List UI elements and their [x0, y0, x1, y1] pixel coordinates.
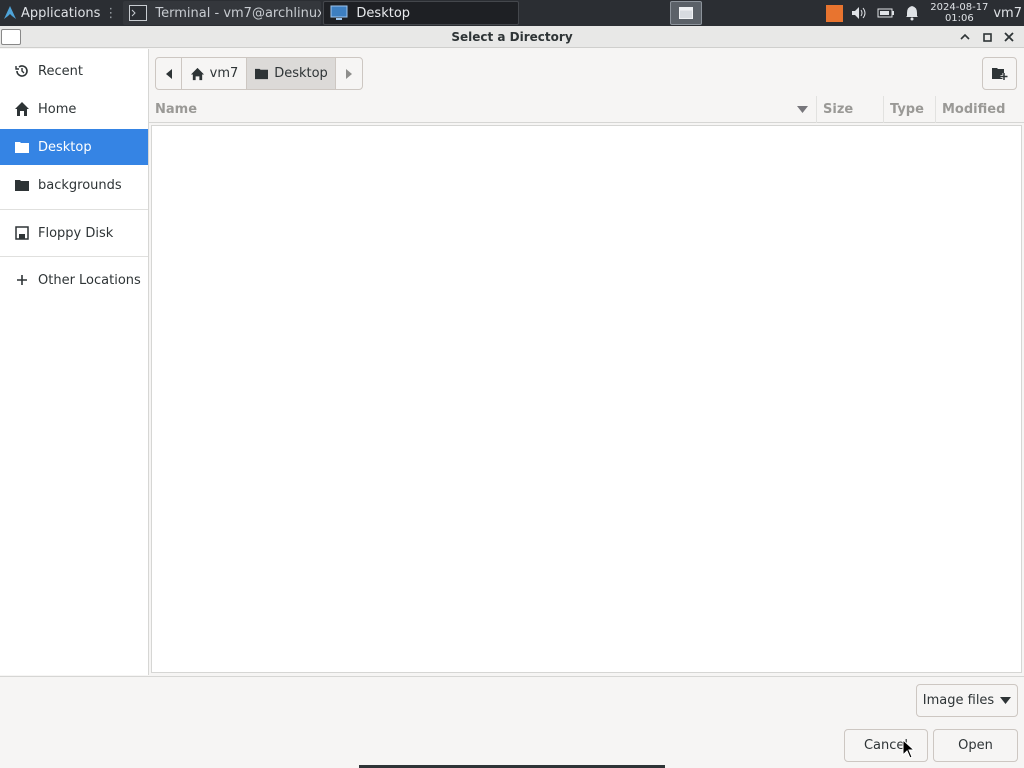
taskbar: Applications ⋮ Terminal - vm7@archlinux:… [0, 0, 1024, 26]
sidebar-item-label: Recent [38, 63, 83, 79]
path-bar: vm7 Desktop [155, 57, 363, 90]
battery-icon[interactable] [877, 4, 895, 22]
update-notifier-icon[interactable] [826, 4, 844, 22]
chevron-up-icon [960, 33, 970, 40]
home-icon [190, 67, 205, 81]
window-menu-icon[interactable] [1, 29, 21, 45]
sort-descending-icon [797, 105, 808, 113]
clock[interactable]: 2024-08-17 01:06 [929, 2, 989, 24]
notifications-bell-icon[interactable] [903, 4, 921, 22]
taskbar-item-terminal[interactable]: Terminal - vm7@archlinux:~ [123, 1, 322, 25]
close-icon [1004, 32, 1014, 42]
floppy-icon [14, 225, 30, 241]
sidebar-item-label: Home [38, 101, 77, 117]
dialog-titlebar: Select a Directory [0, 26, 1024, 48]
applications-menu[interactable]: Applications ⋮ [0, 0, 121, 26]
terminal-icon [129, 5, 148, 21]
folder-icon [254, 67, 269, 80]
file-list: Name Size Type Modified [149, 95, 1024, 675]
taskbar-item-label: Desktop [356, 5, 411, 21]
column-header-label: Size [823, 101, 854, 117]
clock-date: 2024-08-17 [930, 2, 989, 13]
maximize-chevron-button[interactable] [954, 26, 976, 48]
monitor-icon [330, 5, 348, 20]
file-filter-dropdown[interactable]: Image files [916, 684, 1018, 717]
sidebar-item-label: Other Locations [38, 272, 141, 288]
user-menu[interactable]: vm7 [993, 6, 1022, 21]
sidebar-separator [0, 209, 148, 210]
taskbar-item-desktop[interactable]: Desktop [323, 1, 520, 25]
column-header-modified[interactable]: Modified [936, 96, 1024, 123]
column-header-label: Modified [942, 101, 1006, 117]
chevron-down-icon [1000, 697, 1012, 704]
column-header-name[interactable]: Name [149, 95, 817, 123]
new-folder-button[interactable] [982, 57, 1017, 90]
column-header-label: Type [890, 101, 924, 117]
taskbar-item-label: Terminal - vm7@archlinux:~ [155, 5, 322, 21]
sidebar-item-label: backgrounds [38, 177, 122, 193]
new-folder-icon [992, 68, 1008, 80]
filter-selected-label: Image files [922, 693, 995, 708]
sidebar-item-recent[interactable]: Recent [0, 53, 148, 89]
sidebar-item-home[interactable]: Home [0, 91, 148, 127]
volume-icon[interactable] [851, 4, 869, 22]
applications-label: Applications [21, 5, 101, 21]
places-sidebar: Recent Home Desktop backgrounds Floppy D… [0, 49, 149, 675]
triangle-left-icon [165, 68, 172, 79]
file-list-empty-area[interactable] [151, 125, 1022, 673]
plus-icon [14, 272, 30, 288]
sidebar-item-floppy-disk[interactable]: Floppy Disk [0, 215, 148, 251]
path-item-label: Desktop [274, 66, 328, 81]
sidebar-item-other-locations[interactable]: Other Locations [0, 262, 148, 298]
sidebar-item-backgrounds[interactable]: backgrounds [0, 167, 148, 203]
dialog-footer: Image files Cancel Open [0, 676, 1024, 768]
path-item-label: vm7 [209, 66, 239, 81]
restore-button[interactable] [976, 26, 998, 48]
folder-icon [14, 177, 30, 193]
dialog-title: Select a Directory [451, 29, 573, 44]
mouse-cursor-icon [902, 739, 916, 759]
show-desktop-button[interactable] [670, 1, 702, 25]
close-button[interactable] [998, 26, 1020, 48]
path-item-desktop[interactable]: Desktop [247, 58, 336, 89]
sidebar-item-label: Floppy Disk [38, 225, 114, 241]
triangle-right-icon [346, 68, 352, 79]
clock-time: 01:06 [944, 13, 974, 24]
path-item-home[interactable]: vm7 [182, 58, 247, 89]
clock-icon [14, 63, 30, 79]
path-back-button[interactable] [156, 58, 182, 89]
column-header-size[interactable]: Size [817, 95, 884, 123]
folder-icon [14, 139, 30, 155]
restore-icon [982, 32, 992, 42]
path-forward-button[interactable] [336, 58, 362, 89]
column-header-label: Name [155, 101, 198, 117]
column-header-type[interactable]: Type [884, 95, 936, 123]
open-button[interactable]: Open [933, 729, 1018, 762]
sidebar-separator [0, 256, 148, 257]
window-icon [679, 7, 693, 19]
column-headers: Name Size Type Modified [149, 95, 1024, 123]
home-icon [14, 101, 30, 117]
arch-logo-icon [4, 6, 16, 19]
sidebar-item-label: Desktop [38, 139, 92, 155]
sidebar-item-desktop[interactable]: Desktop [0, 129, 148, 165]
